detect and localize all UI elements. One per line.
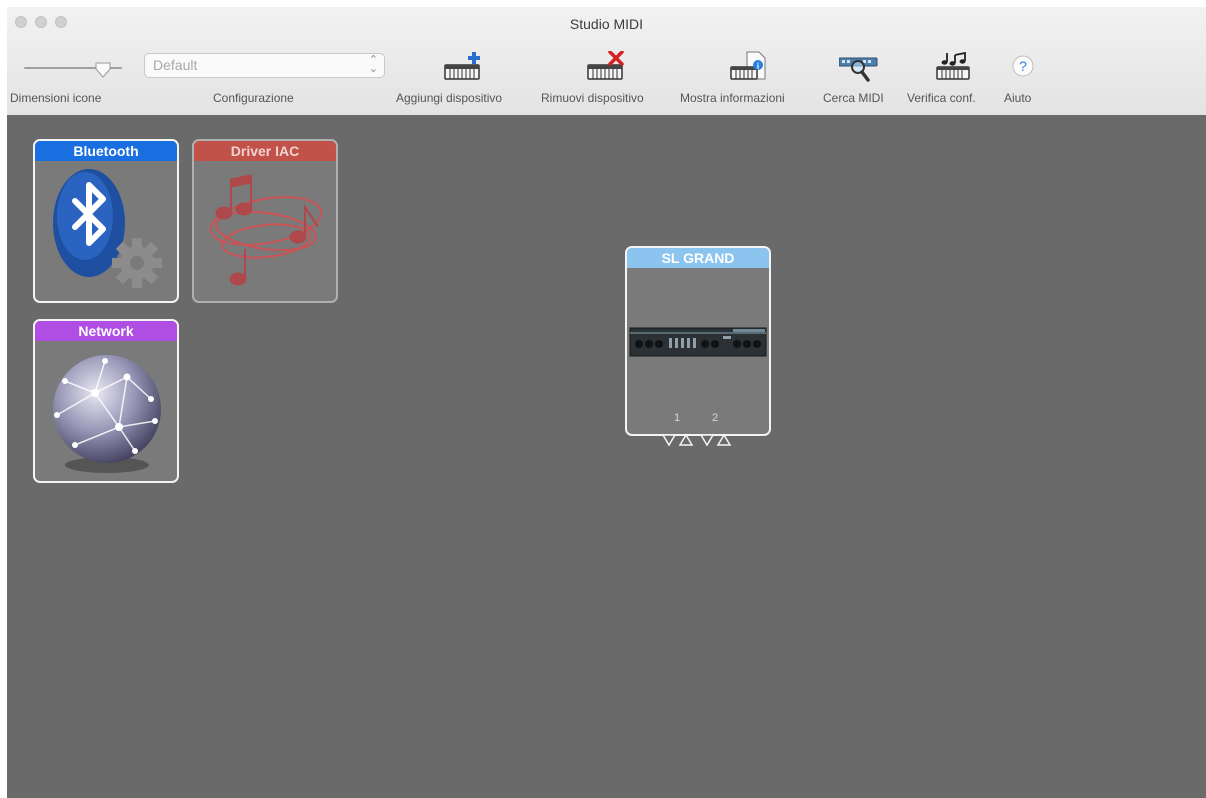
test-setup-icon[interactable] xyxy=(935,51,975,85)
search-midi-icon[interactable] xyxy=(839,51,879,85)
device-iac-driver[interactable]: Driver IAC xyxy=(192,139,338,303)
info-icon[interactable]: i xyxy=(729,51,769,85)
device-bluetooth-name: Bluetooth xyxy=(35,141,177,161)
configuration-value: Default xyxy=(153,57,198,73)
port-2-in-icon[interactable] xyxy=(699,434,715,447)
help-icon[interactable]: ? xyxy=(1008,51,1038,85)
slider-thumb[interactable] xyxy=(94,61,112,79)
help-label[interactable]: Aiuto xyxy=(1004,91,1031,105)
remove-device-icon[interactable] xyxy=(586,51,626,85)
sl-grand-device-icon xyxy=(629,327,767,357)
svg-text:?: ? xyxy=(1019,58,1027,74)
configuration-label: Configurazione xyxy=(213,91,294,105)
test-setup-label[interactable]: Verifica conf. xyxy=(907,91,976,105)
add-device-icon[interactable] xyxy=(443,51,483,85)
toolbar: Studio MIDI Default ⌃ ⌄ Dimensioni icone … xyxy=(7,7,1206,116)
device-bluetooth[interactable]: Bluetooth xyxy=(33,139,179,303)
port-2-out-icon[interactable] xyxy=(716,433,732,446)
configuration-select[interactable]: Default ⌃ ⌄ xyxy=(144,53,385,78)
chevron-updown-icon: ⌃ ⌄ xyxy=(368,54,378,75)
add-device-label[interactable]: Aggiungi dispositivo xyxy=(396,91,502,105)
port-1-in-icon[interactable] xyxy=(661,434,677,447)
device-iac-driver-name: Driver IAC xyxy=(194,141,336,161)
search-midi-label[interactable]: Cerca MIDI xyxy=(823,91,884,105)
remove-device-label[interactable]: Rimuovi dispositivo xyxy=(541,91,644,105)
bluetooth-icon xyxy=(53,169,162,288)
port-1-out-icon[interactable] xyxy=(678,433,694,446)
device-sl-grand[interactable]: SL GRAND 1 2 xyxy=(625,246,771,436)
icon-size-slider[interactable] xyxy=(24,59,124,79)
window-title: Studio MIDI xyxy=(569,16,644,32)
device-network[interactable]: Network xyxy=(33,319,179,483)
network-globe-icon xyxy=(53,355,161,473)
midi-notes-icon xyxy=(209,174,323,286)
device-sl-grand-name: SL GRAND xyxy=(627,248,769,268)
show-info-label[interactable]: Mostra informazioni xyxy=(680,91,785,105)
device-network-name: Network xyxy=(35,321,177,341)
port-1-number: 1 xyxy=(674,412,681,424)
midi-studio-window: Studio MIDI Default ⌃ ⌄ Dimensioni icone … xyxy=(7,7,1206,798)
midi-port-connectors xyxy=(661,433,732,447)
port-2-number: 2 xyxy=(712,412,719,424)
device-canvas[interactable]: Bluetooth Driver IAC Network SL GRAND 1 … xyxy=(7,115,1206,798)
icon-size-label: Dimensioni icone xyxy=(10,91,102,105)
